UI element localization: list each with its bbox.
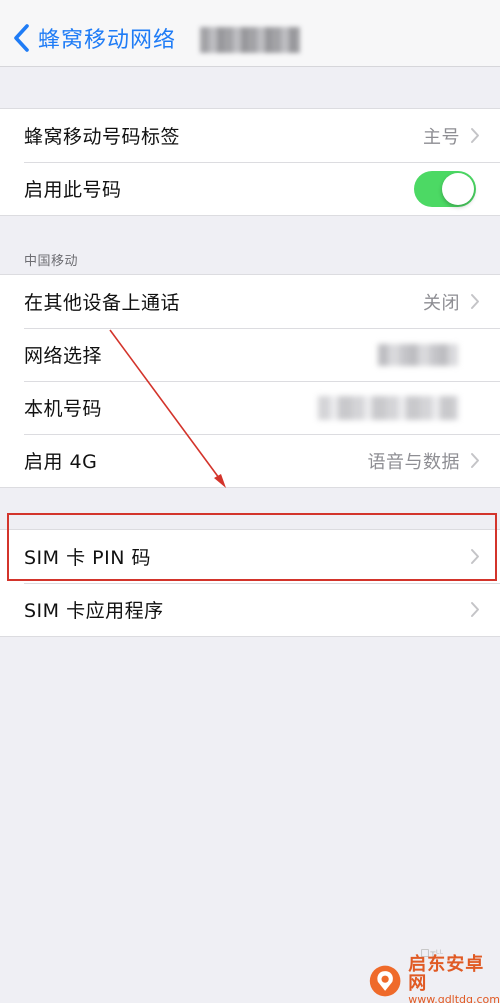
row-label: 启用此号码 bbox=[24, 179, 122, 201]
row-value: 语音与数据 bbox=[367, 451, 460, 473]
my-number-row[interactable]: 本机号码 bbox=[0, 381, 500, 434]
watermark-url: www.qdltdq.com bbox=[408, 992, 500, 1003]
carrier-settings-group: 在其他设备上通话 关闭 网络选择 本机号码 启用 4G 语音与数据 bbox=[0, 274, 500, 488]
navigation-bar: 蜂窝移动网络 bbox=[0, 0, 500, 67]
chevron-right-icon bbox=[471, 453, 479, 468]
sim-pin-row[interactable]: SIM 卡 PIN 码 bbox=[0, 530, 500, 583]
phone-number-redacted bbox=[318, 395, 458, 420]
sim-settings-group: SIM 卡 PIN 码 SIM 卡应用程序 bbox=[0, 529, 500, 637]
row-label: 网络选择 bbox=[24, 345, 103, 367]
cellular-plan-label-row[interactable]: 蜂窝移动号码标签 主号 bbox=[0, 109, 500, 162]
number-settings-group: 蜂窝移动号码标签 主号 启用此号码 bbox=[0, 108, 500, 216]
row-label: 本机号码 bbox=[24, 398, 103, 420]
chevron-right-icon bbox=[471, 294, 479, 309]
row-value: 关闭 bbox=[423, 292, 460, 314]
enable-number-toggle[interactable] bbox=[414, 171, 476, 207]
row-label: 启用 4G bbox=[24, 451, 98, 473]
sim-applications-row[interactable]: SIM 卡应用程序 bbox=[0, 583, 500, 636]
back-button[interactable]: 蜂窝移动网络 bbox=[12, 20, 176, 56]
watermark-name: 启东安卓网 bbox=[408, 953, 485, 994]
network-selection-row[interactable]: 网络选择 bbox=[0, 328, 500, 381]
row-label: SIM 卡应用程序 bbox=[24, 600, 164, 622]
chevron-left-icon bbox=[14, 24, 29, 52]
enable-number-row: 启用此号码 bbox=[0, 162, 500, 215]
row-value: 主号 bbox=[423, 126, 460, 148]
chevron-right-icon bbox=[471, 128, 479, 143]
calls-on-other-devices-row[interactable]: 在其他设备上通话 关闭 bbox=[0, 275, 500, 328]
section-header-carrier: 中国移动 bbox=[24, 254, 79, 269]
row-label: 在其他设备上通话 bbox=[24, 292, 181, 314]
row-label: 蜂窝移动号码标签 bbox=[24, 126, 181, 148]
chevron-right-icon bbox=[471, 602, 479, 617]
chevron-right-icon bbox=[471, 549, 479, 564]
toggle-knob bbox=[442, 173, 474, 205]
page-title-redacted bbox=[200, 27, 300, 53]
row-label: SIM 卡 PIN 码 bbox=[24, 547, 151, 569]
network-value-redacted bbox=[378, 343, 458, 366]
enable-4g-row[interactable]: 启用 4G 语音与数据 bbox=[0, 434, 500, 487]
watermark: 启东安卓网 www.qdltdq.com bbox=[368, 953, 500, 1003]
back-button-label: 蜂窝移动网络 bbox=[38, 28, 177, 53]
watermark-logo-icon bbox=[369, 965, 401, 996]
